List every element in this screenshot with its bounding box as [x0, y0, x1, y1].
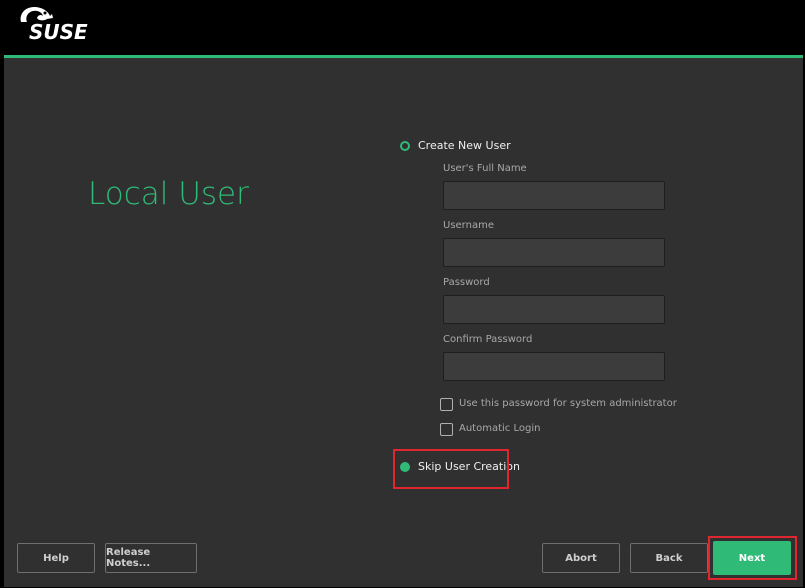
skip-user-highlight — [393, 449, 509, 489]
top-bar: SUSE — [0, 0, 805, 55]
autologin-checkbox[interactable] — [440, 423, 453, 436]
password-label: Password — [443, 277, 490, 288]
abort-button[interactable]: Abort — [542, 543, 620, 573]
username-field[interactable] — [443, 238, 665, 267]
autologin-checkbox-label[interactable]: Automatic Login — [459, 423, 540, 434]
page-title: Local User — [88, 176, 249, 212]
create-user-radio[interactable] — [400, 141, 410, 151]
release-notes-button[interactable]: Release Notes... — [105, 543, 197, 573]
confirm-password-label: Confirm Password — [443, 334, 533, 345]
confirm-password-field[interactable] — [443, 352, 665, 381]
suse-logo: SUSE — [17, 4, 97, 44]
create-user-radio-label[interactable]: Create New User — [418, 139, 511, 152]
admin-password-checkbox-label[interactable]: Use this password for system administrat… — [459, 398, 677, 409]
help-button[interactable]: Help — [17, 543, 95, 573]
username-label: Username — [443, 220, 494, 231]
back-button[interactable]: Back — [630, 543, 708, 573]
installer-window: SUSE Local User Create New User User's F… — [0, 0, 805, 588]
full-name-field[interactable] — [443, 181, 665, 210]
frame-left — [0, 55, 4, 588]
logo-text: SUSE — [29, 20, 88, 44]
next-button-highlight — [708, 536, 797, 580]
password-field[interactable] — [443, 295, 665, 324]
header-accent-line — [4, 55, 803, 58]
admin-password-checkbox[interactable] — [440, 398, 453, 411]
full-name-label: User's Full Name — [443, 163, 527, 174]
